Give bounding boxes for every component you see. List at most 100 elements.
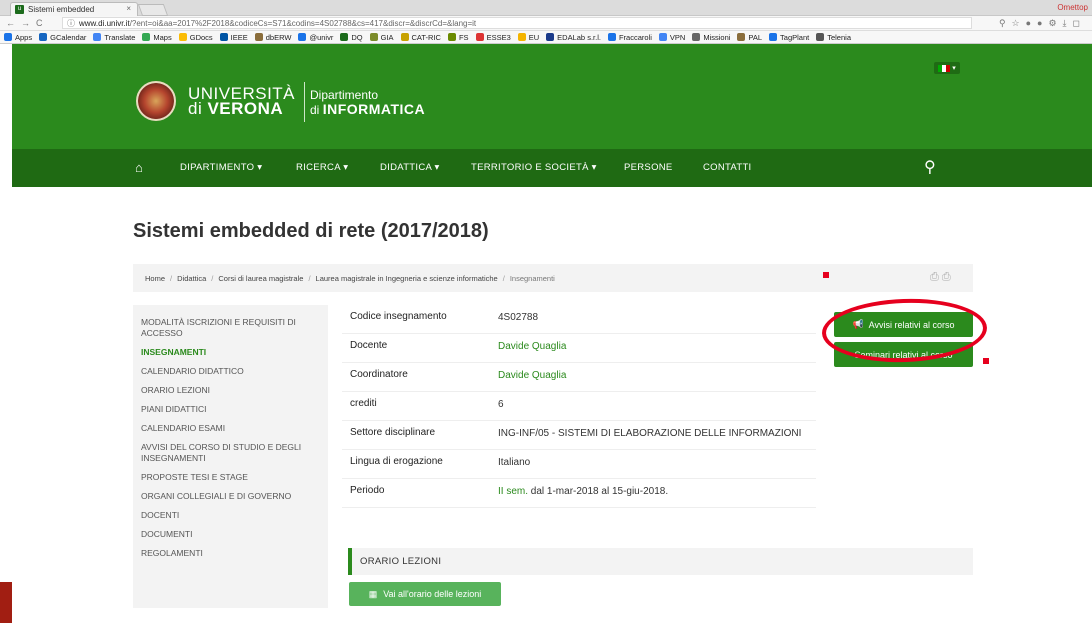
address-bar: ←→C ⓘ www.di.univr.it /?ent=oi&aa=2017%2… (0, 16, 1092, 31)
profile-label[interactable]: Omettop (1057, 3, 1088, 12)
bookmark-icon (219, 33, 228, 41)
bookmark-label: Apps (15, 32, 33, 42)
bookmark-vpn[interactable]: VPN (658, 32, 686, 42)
bookmark-icon (447, 33, 456, 41)
breadcrumb: Home / Didattica / Corsi di laurea magistr… (133, 264, 973, 292)
bookmark-fraccaroli[interactable]: Fraccaroli (607, 33, 652, 42)
breadcrumb-insegnamenti: Insegnamenti (509, 273, 555, 283)
bookmark-fs[interactable]: FS (447, 33, 469, 42)
bookmark-label: VPN (669, 32, 686, 42)
bookmark-esse3[interactable]: ESSE3 (475, 33, 511, 42)
sidebar-item[interactable]: DOCUMENTI (141, 529, 320, 540)
sidebar-item[interactable]: PROPOSTE TESI E STAGE (141, 472, 320, 483)
breadcrumb-home[interactable]: Home (145, 274, 165, 283)
sidebar-item[interactable]: CALENDARIO ESAMI (141, 423, 320, 434)
url-host: www.di.univr.it (79, 18, 130, 28)
university-name[interactable]: UNIVERSITÀ di VERONA (188, 85, 295, 118)
bookmark-label: TagPlant (780, 32, 810, 42)
url-path: /?ent=oi&aa=2017%2F2018&codiceCs=S71&cod… (129, 18, 477, 28)
bookmark-icon (93, 33, 102, 41)
bookmark-icon (39, 33, 48, 41)
uni-line2: VERONA (207, 99, 284, 118)
sidebar-item[interactable]: DOCENTI (141, 510, 320, 521)
sidebar-item[interactable]: AVVISI DEL CORSO DI STUDIO E DEGLI INSEG… (141, 442, 320, 464)
nav-contatti[interactable]: CONTATTI (703, 162, 752, 173)
department-name[interactable]: Dipartimento di INFORMATICA (310, 88, 425, 117)
bookmark-missioni[interactable]: Missioni (692, 33, 730, 42)
bookmark-eu[interactable]: EU (517, 33, 539, 42)
new-tab-button[interactable] (137, 4, 169, 16)
period-link[interactable]: II sem. (498, 486, 528, 497)
info-value[interactable]: Davide Quaglia (498, 369, 816, 384)
dept-line1: Dipartimento (310, 88, 379, 102)
bookmark-telenia[interactable]: Telenia (816, 33, 851, 42)
orario-lezioni-button[interactable]: ▦ Vai all'orario delle lezioni (349, 582, 501, 606)
info-key: Docente (350, 340, 388, 351)
bookmark-icon (254, 33, 263, 41)
sidebar-item[interactable]: REGOLAMENTI (141, 548, 320, 559)
sidebar-item[interactable]: ORARIO LEZIONI (141, 385, 320, 396)
info-row: Periodo II sem. dal 1-mar-2018 al 15-giu-… (342, 479, 816, 508)
bookmark--univr[interactable]: @univr (298, 33, 333, 42)
language-selector[interactable]: ▾ (934, 62, 960, 74)
bookmark-pal[interactable]: PAL (737, 33, 762, 42)
nav-persone[interactable]: PERSONE (624, 162, 673, 173)
bookmark-icon (298, 33, 307, 41)
bookmark-translate[interactable]: Translate (93, 33, 135, 42)
info-icon[interactable]: ⓘ (67, 18, 75, 29)
sidebar-item[interactable]: MODALITÀ ISCRIZIONI E REQUISITI DI ACCES… (141, 317, 320, 339)
info-row: Lingua di erogazione Italiano (342, 450, 816, 479)
breadcrumb-laurea[interactable]: Laurea magistrale in Ingegneria e scienz… (316, 274, 498, 283)
bookmark-apps[interactable]: Apps (4, 33, 32, 42)
bookmark-label: DQ (351, 32, 363, 42)
bookmark-label: IEEE (230, 32, 248, 42)
sidebar-item[interactable]: PIANI DIDATTICI (141, 404, 320, 415)
bookmark-tagplant[interactable]: TagPlant (769, 33, 809, 42)
info-value: 6 (498, 399, 504, 410)
url-field[interactable]: ⓘ www.di.univr.it /?ent=oi&aa=2017%2F201… (62, 17, 972, 29)
bookmark-maps[interactable]: Maps (142, 33, 172, 42)
bookmark-label: PAL (748, 32, 763, 42)
bookmark-edalab-s-r-l-[interactable]: EDALab s.r.l. (546, 33, 601, 42)
info-value: II sem. dal 1-mar-2018 al 15-giu-2018. (498, 485, 816, 500)
bookmark-icon (142, 33, 151, 41)
nav-ricerca[interactable]: RICERCA ▾ (296, 162, 348, 173)
bookmark-gcalendar[interactable]: GCalendar (39, 33, 86, 42)
bookmark-icon (737, 33, 746, 41)
sidebar-item[interactable]: CALENDARIO DIDATTICO (141, 366, 320, 377)
bookmark-label: Missioni (703, 32, 731, 42)
sidebar: MODALITÀ ISCRIZIONI E REQUISITI DI ACCES… (133, 305, 328, 608)
close-tab-icon[interactable]: × (126, 4, 131, 13)
browser-tab[interactable]: u Sistemi embedded × (10, 2, 138, 16)
bookmark-gdocs[interactable]: GDocs (178, 33, 213, 42)
search-icon[interactable]: ⚲ (924, 157, 936, 177)
university-seal-logo[interactable] (136, 81, 176, 121)
breadcrumb-didattica[interactable]: Didattica (177, 274, 206, 283)
nav-back-forward-reload-icons[interactable]: ←→C (0, 18, 62, 28)
info-value[interactable]: Davide Quaglia (498, 340, 816, 355)
dept-line2: INFORMATICA (322, 101, 426, 117)
extension-icons[interactable]: ⚲☆●●⚙⤓◻ (972, 18, 1092, 29)
bookmark-ieee[interactable]: IEEE (219, 32, 248, 42)
sidebar-item[interactable]: ORGANI COLLEGIALI E DI GOVERNO (141, 491, 320, 502)
nav-dipartimento[interactable]: DIPARTIMENTO ▾ (180, 162, 262, 173)
bookmark-dberw[interactable]: dbERW (254, 33, 291, 42)
info-key: Codice insegnamento (350, 311, 447, 322)
print-share-icons[interactable]: ⎙ ⎙ (930, 271, 951, 284)
bookmark-dq[interactable]: DQ (340, 32, 363, 42)
main-nav: ⌂ DIPARTIMENTO ▾ RICERCA ▾ DIDATTICA ▾ T… (12, 149, 1092, 187)
bookmark-icon (546, 33, 555, 41)
info-key: Settore disciplinare (350, 427, 436, 438)
sidebar-item[interactable]: INSEGNAMENTI (141, 347, 320, 358)
breadcrumb-corsi[interactable]: Corsi di laurea magistrale (218, 274, 303, 283)
bookmark-gia[interactable]: GIA (369, 33, 394, 42)
bookmark-cat-ric[interactable]: CAT-RIC (400, 33, 441, 42)
home-icon[interactable]: ⌂ (135, 160, 143, 175)
nav-didattica[interactable]: DIDATTICA ▾ (380, 162, 440, 173)
bookmark-label: Telenia (827, 32, 851, 42)
bookmark-icon (178, 33, 187, 41)
nav-territorio-societa[interactable]: TERRITORIO E SOCIETÀ ▾ (471, 162, 597, 173)
info-value: Italiano (498, 457, 531, 468)
header-divider (304, 82, 305, 122)
annotation-dot (983, 358, 989, 364)
